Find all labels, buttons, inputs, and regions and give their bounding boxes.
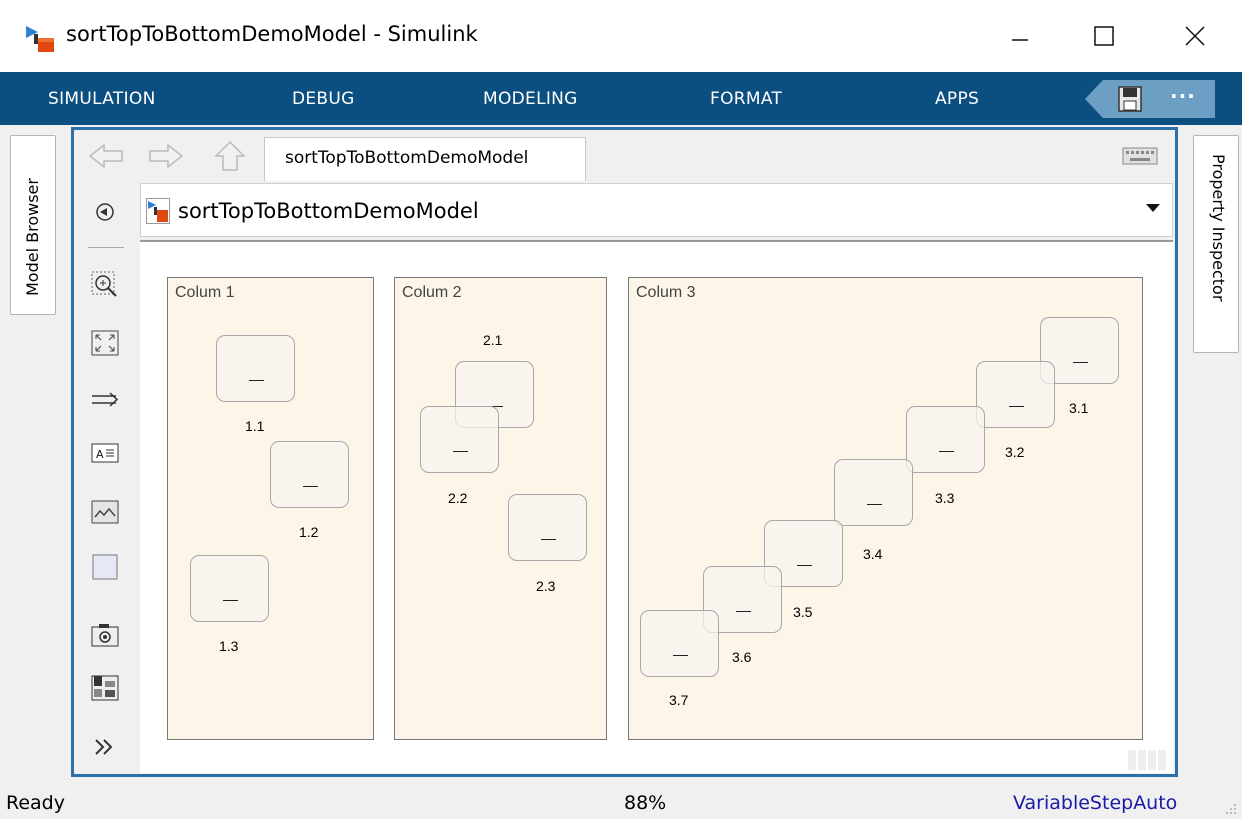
model-browser-tab[interactable]: Model Browser (10, 135, 56, 315)
area-icon[interactable] (90, 552, 120, 582)
annotation-icon[interactable]: A (90, 438, 120, 468)
image-icon[interactable] (90, 497, 120, 527)
model-icon (146, 198, 170, 224)
block-label: 3.6 (732, 649, 752, 665)
tab-model[interactable]: sortTopToBottomDemoModel (264, 137, 586, 181)
svg-text:A: A (96, 448, 104, 461)
palette-divider (88, 247, 124, 248)
subsystem-block[interactable] (906, 406, 985, 473)
subsystem-block[interactable] (976, 361, 1055, 428)
solver-link[interactable]: VariableStepAuto (1013, 792, 1177, 814)
block-label: 3.7 (669, 692, 689, 708)
block-label: 2.1 (483, 332, 503, 348)
more-options-button[interactable]: ··· (1170, 84, 1196, 108)
minimize-button[interactable] (985, 8, 1055, 64)
block-label: 2.3 (536, 578, 556, 594)
expand-palette-icon[interactable] (90, 732, 120, 762)
forward-icon[interactable] (146, 140, 186, 172)
zoom-level[interactable]: 88% (624, 792, 666, 814)
maximize-icon (1094, 26, 1114, 46)
area-label: Colum 3 (636, 284, 696, 301)
block-label: 3.1 (1069, 400, 1089, 416)
property-inspector-label: Property Inspector (1209, 154, 1228, 302)
tab-modeling[interactable]: MODELING (483, 89, 578, 109)
status-text: Ready (6, 792, 65, 814)
block-label: 1.1 (245, 418, 265, 434)
tab-apps[interactable]: APPS (935, 89, 979, 109)
subsystem-block[interactable] (190, 555, 269, 622)
canvas-resize-grip-icon[interactable] (1128, 750, 1168, 770)
block-library-icon[interactable] (90, 673, 120, 703)
subsystem-block[interactable] (508, 494, 587, 561)
fit-view-icon[interactable] (90, 328, 120, 358)
model-address-text: sortTopToBottomDemoModel (178, 199, 479, 223)
area-label: Colum 1 (175, 284, 235, 301)
up-icon[interactable] (210, 140, 250, 172)
block-label: 1.3 (219, 638, 239, 654)
block-label: 2.2 (448, 490, 468, 506)
area-label: Colum 2 (402, 284, 462, 301)
screenshot-icon[interactable] (90, 620, 120, 650)
chevron-down-icon[interactable] (1146, 204, 1160, 212)
title-bar: sortTopToBottomDemoModel - Simulink (0, 0, 1242, 72)
minimize-icon (1012, 39, 1028, 41)
back-icon[interactable] (86, 140, 126, 172)
subsystem-block[interactable] (420, 406, 499, 473)
window-title: sortTopToBottomDemoModel - Simulink (66, 22, 478, 46)
simulink-logo-icon (26, 26, 54, 52)
block-label: 1.2 (299, 524, 319, 540)
block-label: 3.3 (935, 490, 955, 506)
subsystem-block[interactable] (640, 610, 719, 677)
block-label: 3.4 (863, 546, 883, 562)
subsystem-block[interactable] (216, 335, 295, 402)
maximize-button[interactable] (1069, 8, 1139, 64)
tab-debug[interactable]: DEBUG (292, 89, 355, 109)
model-browser-label: Model Browser (23, 178, 42, 296)
signal-arrow-icon[interactable] (90, 385, 120, 415)
simulink-window: sortTopToBottomDemoModel - Simulink SIMU… (0, 0, 1242, 819)
block-label: 3.2 (1005, 444, 1025, 460)
tab-simulation[interactable]: SIMULATION (48, 89, 156, 109)
block-label: 3.5 (793, 604, 813, 620)
subsystem-block[interactable] (270, 441, 349, 508)
close-button[interactable] (1160, 8, 1230, 64)
zoom-icon[interactable] (90, 270, 120, 300)
window-resize-grip-icon[interactable] (1222, 800, 1238, 816)
close-icon (1185, 26, 1205, 46)
save-icon[interactable] (1118, 86, 1142, 112)
hide-browser-icon[interactable] (90, 197, 120, 227)
property-inspector-tab[interactable]: Property Inspector (1193, 135, 1239, 353)
tab-format[interactable]: FORMAT (710, 89, 782, 109)
keyboard-icon[interactable] (1122, 147, 1158, 165)
toolstrip-tabs: SIMULATION DEBUG MODELING FORMAT APPS (0, 72, 1242, 125)
subsystem-block[interactable] (834, 459, 913, 526)
model-tab-label: sortTopToBottomDemoModel (285, 148, 529, 168)
